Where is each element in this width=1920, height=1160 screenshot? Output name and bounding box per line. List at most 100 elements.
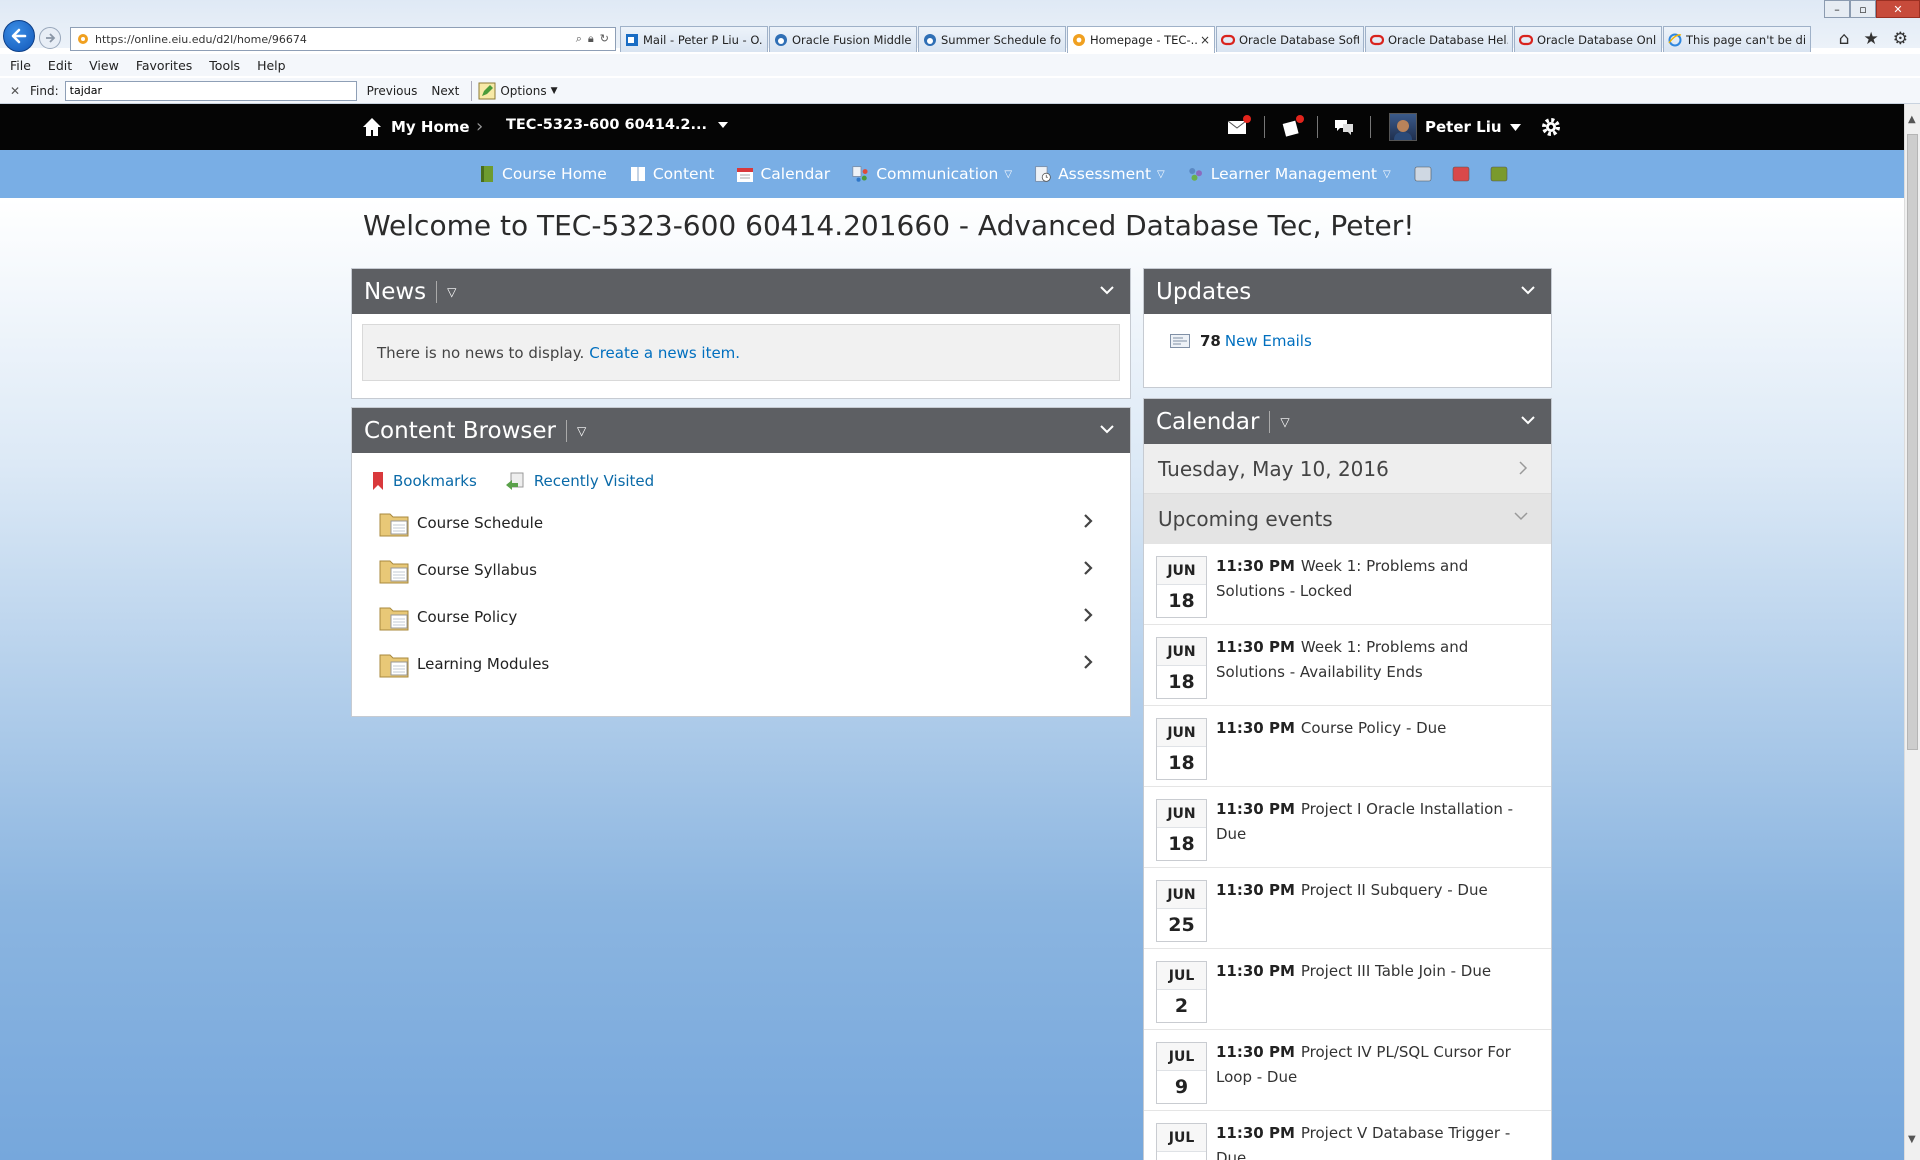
menu-tools[interactable]: Tools	[209, 58, 240, 73]
notebook-icon[interactable]	[1489, 164, 1509, 184]
event-title[interactable]: Project III Table Join - Due	[1301, 962, 1491, 980]
collapse-chevron-icon[interactable]	[1098, 281, 1116, 299]
news-empty-text: There is no news to display.	[377, 343, 585, 362]
message-alerts-icon[interactable]	[1224, 115, 1252, 139]
widget-menu-icon[interactable]: ▽	[447, 285, 456, 299]
collapse-chevron-icon[interactable]	[1519, 411, 1537, 429]
event-title[interactable]: Course Policy - Due	[1301, 719, 1447, 737]
maximize-button[interactable]: ▫	[1850, 0, 1876, 18]
menu-file[interactable]: File	[10, 58, 31, 73]
menu-edit[interactable]: Edit	[48, 58, 72, 73]
calendar-event[interactable]: JUN 25 11:30 PM Project II Subquery - Due	[1144, 868, 1551, 949]
calendar-event[interactable]: JUL 9 11:30 PM Project IV PL/SQL Cursor For…	[1144, 1030, 1551, 1111]
scrollbar-thumb[interactable]	[1907, 134, 1918, 750]
my-home-link[interactable]: My Home	[361, 116, 470, 138]
scroll-down-icon[interactable]: ▼	[1908, 1134, 1916, 1145]
browser-tab[interactable]: Oracle Fusion Middle...	[769, 26, 917, 52]
forward-button[interactable]	[39, 27, 61, 49]
bookmarks-link[interactable]: Bookmarks	[372, 472, 477, 490]
classlist-icon[interactable]	[1413, 164, 1433, 184]
settings-gear-icon[interactable]	[1537, 115, 1565, 139]
calendar-date-row[interactable]: Tuesday, May 10, 2016	[1144, 444, 1551, 494]
browser-tab[interactable]: Oracle Database Soft...	[1216, 26, 1364, 52]
lock-icon[interactable]: 🔒︎	[588, 32, 594, 46]
favorites-star-icon[interactable]: ★	[1864, 29, 1879, 49]
subscription-alerts-icon[interactable]	[1330, 115, 1358, 139]
event-title[interactable]: Project II Subquery - Due	[1301, 881, 1488, 899]
create-news-link[interactable]: Create a news item.	[589, 344, 740, 362]
calendar-event[interactable]: JUL 11:30 PM Project V Database Trigger - …	[1144, 1111, 1551, 1160]
user-menu[interactable]: Peter Liu	[1389, 113, 1521, 141]
back-button[interactable]	[3, 20, 35, 52]
find-label: Find:	[30, 83, 59, 98]
close-tab-icon[interactable]: ×	[1200, 33, 1210, 47]
event-day: 18	[1168, 590, 1195, 612]
assessment-icon	[1034, 165, 1052, 183]
nav-course-home[interactable]: Course Home	[478, 165, 607, 183]
refresh-icon[interactable]: ↻	[600, 32, 609, 46]
recently-visited-icon	[505, 472, 524, 490]
browser-tab-label: Oracle Fusion Middle...	[792, 32, 912, 47]
chevron-right-icon[interactable]	[1082, 559, 1094, 577]
calendar-event[interactable]: JUL 2 11:30 PM Project III Table Join - Due	[1144, 949, 1551, 1030]
nav-learner-management[interactable]: Learner Management ▽	[1187, 165, 1391, 183]
find-close-icon[interactable]: ✕	[10, 84, 24, 98]
widget-menu-icon[interactable]: ▽	[1280, 415, 1289, 429]
update-alerts-icon[interactable]	[1277, 115, 1305, 139]
toolbox-icon[interactable]	[1451, 164, 1471, 184]
upcoming-events-list: JUN 18 11:30 PM Week 1: Problems and Soluti…	[1144, 544, 1551, 1160]
browser-tab[interactable]: Homepage - TEC-... ×	[1067, 26, 1215, 53]
find-input[interactable]	[64, 80, 357, 101]
nav-calendar[interactable]: Calendar	[736, 165, 830, 183]
chevron-right-icon[interactable]	[1082, 606, 1094, 624]
course-selector[interactable]: TEC-5323-600 60414.2...	[506, 117, 729, 133]
page-scrollbar[interactable]: ▲ ▼	[1904, 104, 1920, 1160]
nav-content[interactable]: Content	[629, 165, 714, 183]
find-options-button[interactable]: Options ▼	[471, 80, 558, 101]
address-url[interactable]: https://online.eiu.edu/d2l/home/96674	[95, 33, 576, 46]
upcoming-events-toggle[interactable]: Upcoming events	[1144, 494, 1551, 544]
menu-help[interactable]: Help	[257, 58, 286, 73]
nav-communication[interactable]: Communication ▽	[852, 165, 1012, 183]
browser-tab[interactable]: Summer Schedule fo...	[918, 26, 1066, 52]
new-emails-link[interactable]: New Emails	[1225, 332, 1312, 350]
address-bar[interactable]: https://online.eiu.edu/d2l/home/96674 ⌕ …	[70, 27, 616, 51]
content-module-label: Course Schedule	[417, 513, 544, 532]
scroll-up-icon[interactable]: ▲	[1908, 114, 1916, 125]
browser-tab[interactable]: Mail - Peter P Liu - O...	[620, 26, 768, 52]
menu-view[interactable]: View	[89, 58, 119, 73]
cloud-icon	[923, 33, 937, 47]
chevron-right-icon[interactable]	[1082, 512, 1094, 530]
event-text: 11:30 PM Project III Table Join - Due	[1216, 959, 1536, 1029]
calendar-event[interactable]: JUN 18 11:30 PM Course Policy - Due	[1144, 706, 1551, 787]
chevron-right-icon[interactable]	[1082, 653, 1094, 671]
browser-chrome: https://online.eiu.edu/d2l/home/96674 ⌕ …	[0, 0, 1920, 104]
content-module-row[interactable]: Course Syllabus	[352, 546, 1130, 593]
widget-menu-icon[interactable]: ▽	[577, 424, 586, 438]
search-icon[interactable]: ⌕	[576, 32, 582, 46]
browser-tab[interactable]: Oracle Database Hel...	[1365, 26, 1513, 52]
event-day: 18	[1168, 833, 1195, 855]
calendar-event[interactable]: JUN 18 11:30 PM Week 1: Problems and Soluti…	[1144, 544, 1551, 625]
browser-tab[interactable]: Oracle Database Onli...	[1514, 26, 1662, 52]
content-module-label: Course Policy	[417, 607, 518, 626]
content-module-row[interactable]: Learning Modules	[352, 640, 1130, 687]
home-icon[interactable]: ⌂	[1839, 29, 1850, 49]
content-module-row[interactable]: Course Schedule	[352, 499, 1130, 546]
content-module-row[interactable]: Course Policy	[352, 593, 1130, 640]
find-next-button[interactable]: Next	[431, 84, 459, 98]
collapse-chevron-icon[interactable]	[1519, 281, 1537, 299]
new-emails-count: 78	[1200, 332, 1221, 350]
find-previous-button[interactable]: Previous	[367, 84, 418, 98]
close-window-button[interactable]: ✕	[1876, 0, 1920, 18]
calendar-event[interactable]: JUN 18 11:30 PM Week 1: Problems and Soluti…	[1144, 625, 1551, 706]
nav-assessment[interactable]: Assessment ▽	[1034, 165, 1165, 183]
browser-tab[interactable]: This page can't be di...	[1663, 26, 1811, 52]
settings-gear-icon[interactable]: ⚙	[1893, 29, 1908, 49]
menu-favorites[interactable]: Favorites	[136, 58, 192, 73]
event-text: 11:30 PM Project I Oracle Installation - …	[1216, 797, 1536, 867]
recently-visited-link[interactable]: Recently Visited	[505, 471, 654, 491]
calendar-event[interactable]: JUN 18 11:30 PM Project I Oracle Installati…	[1144, 787, 1551, 868]
minimize-button[interactable]: –	[1824, 0, 1850, 18]
collapse-chevron-icon[interactable]	[1098, 420, 1116, 438]
